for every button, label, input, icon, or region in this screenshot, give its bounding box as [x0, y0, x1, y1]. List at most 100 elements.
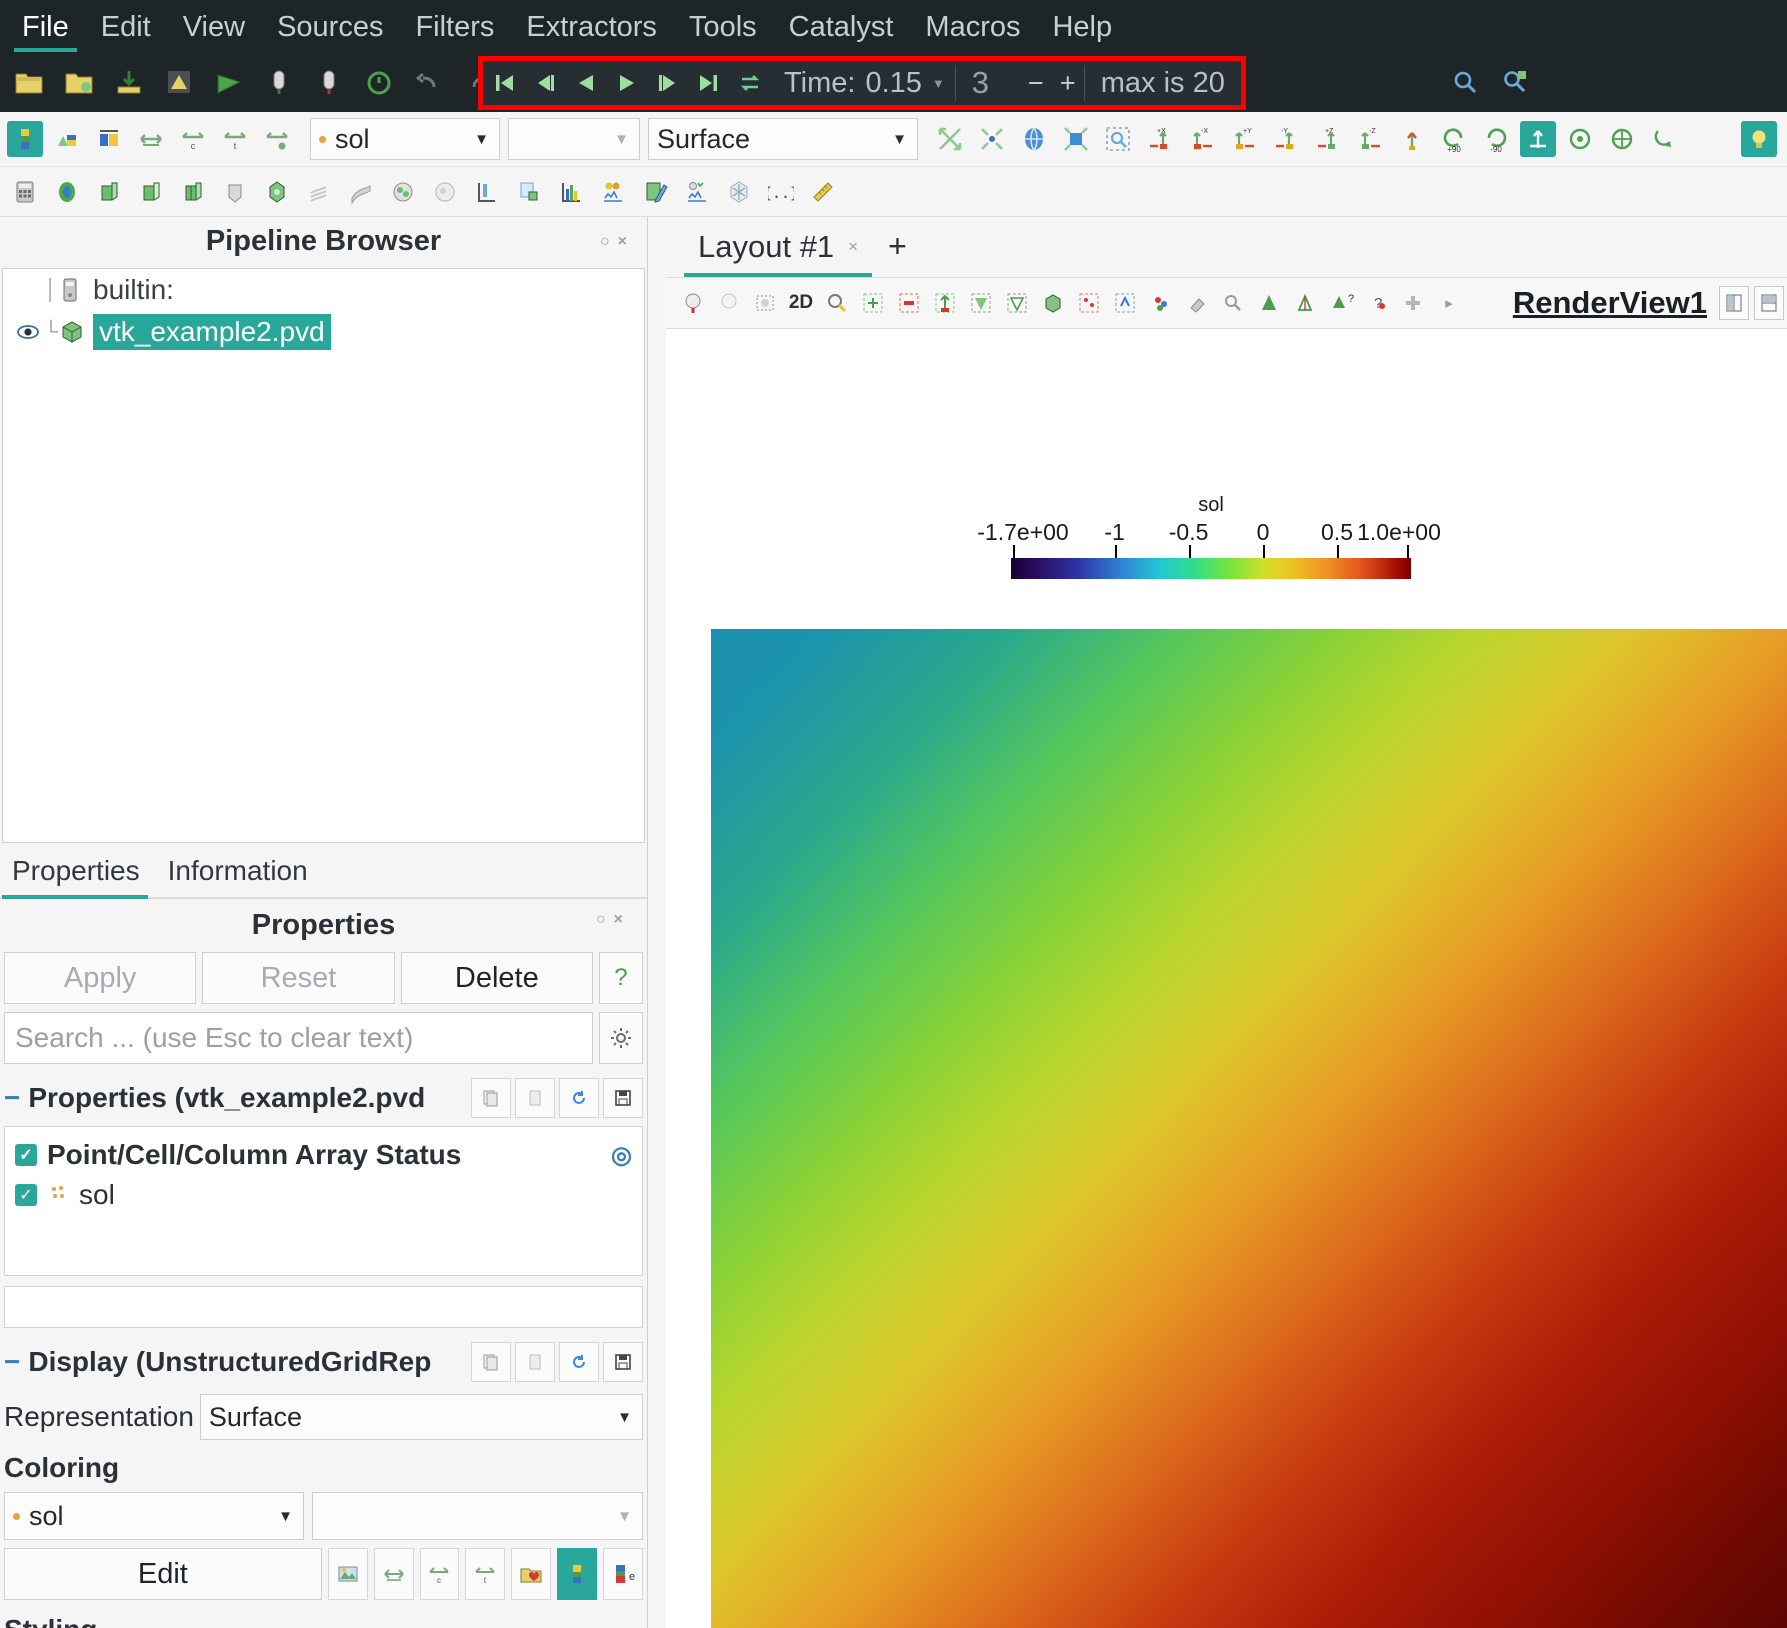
menu-view[interactable]: View — [167, 9, 261, 52]
interaction-mode-icon[interactable] — [676, 286, 710, 320]
save-state-icon[interactable] — [158, 61, 200, 103]
menu-file[interactable]: File — [6, 9, 85, 52]
frame-increment-button[interactable]: + — [1052, 61, 1084, 105]
help-button[interactable]: ? — [598, 952, 643, 1004]
histogram-icon[interactable] — [553, 174, 589, 210]
calculator-icon[interactable] — [7, 174, 43, 210]
reset-camera-icon[interactable] — [932, 121, 968, 157]
rotate-90-ccw-icon[interactable]: -90 — [1478, 121, 1514, 157]
previous-frame-button[interactable] — [524, 61, 565, 105]
slice-icon[interactable] — [133, 174, 169, 210]
set-view-pos-x-icon[interactable]: +X — [1142, 121, 1178, 157]
hover-points-icon[interactable] — [1180, 286, 1214, 320]
collapse-icon[interactable]: − — [4, 1346, 20, 1378]
copy-icon[interactable] — [471, 1342, 511, 1382]
set-view-neg-x-icon[interactable]: -X — [1184, 121, 1220, 157]
select-cells-icon[interactable] — [856, 286, 890, 320]
show-center-axes-icon[interactable] — [1520, 121, 1556, 157]
advanced-toggle-icon[interactable]: ◎ — [611, 1141, 632, 1170]
choose-preset-icon[interactable] — [511, 1548, 552, 1600]
camera-axes-icon[interactable] — [1394, 121, 1430, 157]
pipeline-item-builtin[interactable]: │ builtin: — [3, 269, 644, 311]
frame-decrement-button[interactable]: − — [1020, 61, 1052, 105]
zoom-to-box-icon[interactable] — [1100, 121, 1136, 157]
rescale-over-time-icon[interactable]: c — [175, 121, 211, 157]
visibility-eye-icon[interactable] — [13, 323, 43, 341]
toggle-selection-icon[interactable] — [1396, 286, 1430, 320]
open-recent-icon[interactable] — [58, 61, 100, 103]
delete-button[interactable]: Delete — [400, 952, 593, 1004]
tab-layout-1[interactable]: Layout #1 × — [684, 223, 873, 277]
menu-filters[interactable]: Filters — [399, 9, 510, 52]
split-horizontal-icon[interactable] — [1719, 286, 1749, 320]
array-component-combo[interactable]: ▼ — [508, 118, 640, 160]
save-defaults-icon[interactable] — [603, 1342, 643, 1382]
panel-float-close-icons[interactable]: ○× — [596, 911, 631, 929]
panel-float-close-icons[interactable]: ○× — [600, 233, 635, 251]
rescale-over-time-icon[interactable]: t — [465, 1548, 506, 1600]
rescale-to-visible-range-icon[interactable]: t — [217, 121, 253, 157]
plot-data-over-time-icon[interactable] — [679, 174, 715, 210]
python-calculator-icon[interactable]: {..} — [763, 174, 799, 210]
render-view-name[interactable]: RenderView1 — [1513, 285, 1717, 321]
scalar-bar-legend[interactable]: sol -1.7e+00 -1 -0.5 0 0.5 1.0e+00 — [977, 494, 1441, 579]
camera-redo-icon[interactable] — [748, 286, 782, 320]
more-icon[interactable]: ▸ — [1432, 286, 1466, 320]
shrink-selection-icon[interactable] — [1288, 286, 1322, 320]
reset-center-icon[interactable] — [1562, 121, 1598, 157]
subtract-selection-icon[interactable]: ? — [1360, 286, 1394, 320]
set-view-pos-y-icon[interactable]: +Y — [1226, 121, 1262, 157]
first-frame-button[interactable] — [483, 61, 524, 105]
rotate-90-cw-icon[interactable]: +90 — [1436, 121, 1472, 157]
tab-information[interactable]: Information — [158, 847, 326, 897]
loop-button[interactable] — [729, 61, 770, 105]
rescale-to-data-range-icon[interactable] — [373, 1548, 414, 1600]
frame-index-input[interactable]: 3 — [956, 61, 1020, 105]
select-points-icon[interactable] — [892, 286, 926, 320]
group-datasets-icon[interactable] — [385, 174, 421, 210]
glyph-icon[interactable] — [259, 174, 295, 210]
interactive-select-cells-icon[interactable] — [1072, 286, 1106, 320]
checkbox-checked-icon[interactable]: ✓ — [15, 1184, 37, 1206]
play-button[interactable] — [606, 61, 647, 105]
time-value[interactable]: 0.15 — [865, 67, 921, 100]
color-legend-icon[interactable] — [7, 121, 43, 157]
set-view-neg-y-icon[interactable]: -Y — [1268, 121, 1304, 157]
connect-to-catalyst-icon[interactable] — [308, 61, 350, 103]
section-properties-header[interactable]: − Properties (vtk_example2.pvd — [4, 1078, 643, 1118]
paste-icon[interactable] — [515, 1078, 555, 1118]
set-view-neg-z-icon[interactable]: -Z — [1352, 121, 1388, 157]
annotate-icon[interactable] — [637, 174, 673, 210]
play-reverse-button[interactable] — [565, 61, 606, 105]
split-vertical-icon[interactable] — [1754, 286, 1784, 320]
show-orientation-axes-icon[interactable] — [1646, 121, 1682, 157]
pipeline-item-vtk-example2[interactable]: └ vtk_example2.pvd — [3, 311, 644, 353]
checkbox-checked-icon[interactable]: ✓ — [15, 1144, 37, 1166]
rescale-to-data-range-icon[interactable] — [133, 121, 169, 157]
zoom-select-icon[interactable] — [820, 286, 854, 320]
hover-cells-icon[interactable] — [1144, 286, 1178, 320]
stream-tracer-icon[interactable] — [301, 174, 337, 210]
interactive-select-points-icon[interactable] — [1108, 286, 1142, 320]
section-display-header[interactable]: − Display (UnstructuredGridRep — [4, 1342, 643, 1382]
edit-color-map-button[interactable]: Edit — [4, 1548, 322, 1600]
warp-icon[interactable] — [343, 174, 379, 210]
show-color-legend-icon[interactable] — [557, 1548, 598, 1600]
restore-defaults-icon[interactable] — [559, 1078, 599, 1118]
ruler-icon[interactable] — [805, 174, 841, 210]
menu-macros[interactable]: Macros — [909, 9, 1036, 52]
threshold-icon[interactable] — [175, 174, 211, 210]
close-icon[interactable]: × — [848, 237, 858, 257]
magnifier-plus-icon[interactable] — [1444, 61, 1486, 103]
search-input[interactable]: Search ... (use Esc to clear text) — [4, 1012, 593, 1064]
grow-selection-icon[interactable] — [1252, 286, 1286, 320]
pick-center-icon[interactable] — [1604, 121, 1640, 157]
array-status-header[interactable]: ✓ Point/Cell/Column Array Status ◎ — [5, 1135, 642, 1175]
tab-properties[interactable]: Properties — [2, 847, 158, 899]
array-row-sol[interactable]: ✓ sol — [5, 1175, 642, 1215]
save-defaults-icon[interactable] — [603, 1078, 643, 1118]
next-frame-button[interactable] — [647, 61, 688, 105]
menu-tools[interactable]: Tools — [673, 9, 773, 52]
reset-button[interactable]: Reset — [202, 952, 395, 1004]
restore-defaults-icon[interactable] — [559, 1342, 599, 1382]
